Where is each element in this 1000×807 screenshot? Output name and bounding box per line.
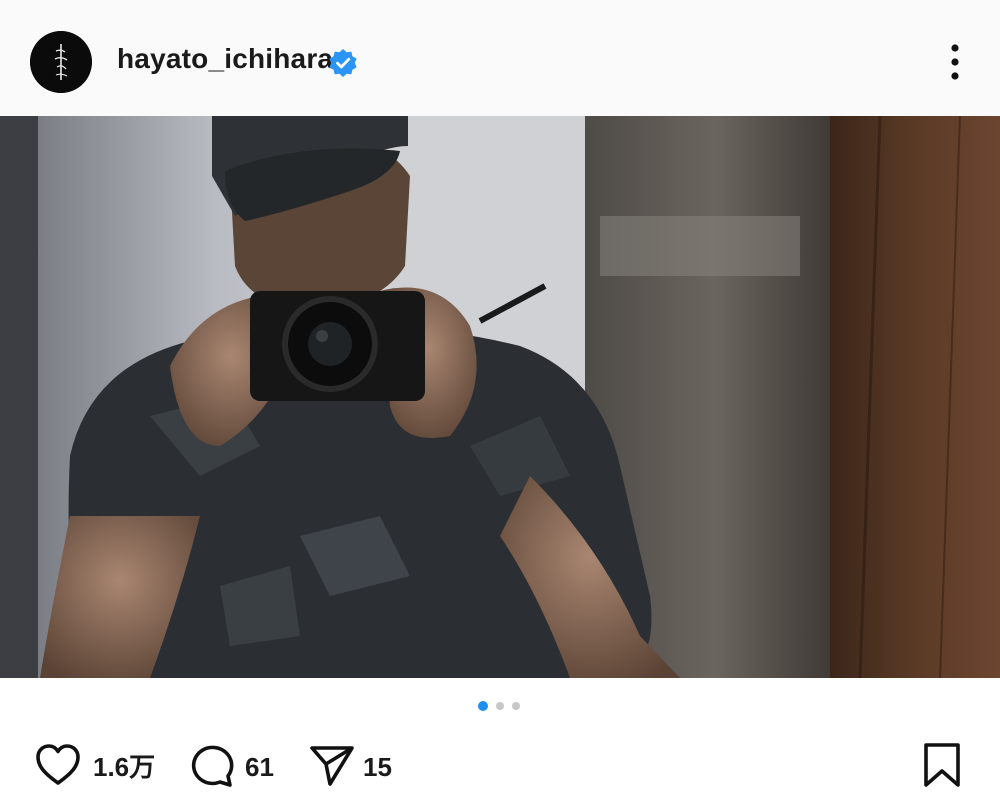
verified-badge-icon [328, 48, 358, 78]
carousel-dot-active [478, 701, 488, 711]
save-bookmark-icon[interactable] [918, 742, 966, 788]
action-bar: 1.6万 61 15 [0, 730, 1000, 807]
shares-count[interactable]: 15 [363, 752, 392, 782]
calligraphy-logo-icon [30, 31, 92, 93]
avatar[interactable] [30, 31, 92, 93]
like-heart-icon[interactable] [34, 742, 82, 788]
share-paper-plane-icon[interactable] [308, 742, 356, 788]
carousel-dot [496, 702, 504, 710]
comments-count[interactable]: 61 [245, 752, 274, 782]
carousel-indicator [0, 698, 1000, 714]
username[interactable]: hayato_ichihara [117, 43, 333, 75]
carousel-dot [512, 702, 520, 710]
likes-count[interactable]: 1.6万 [93, 752, 155, 782]
post-header: hayato_ichihara [0, 0, 1000, 116]
post-image [0, 116, 1000, 678]
comment-bubble-icon[interactable] [187, 742, 235, 788]
post-photo[interactable] [0, 116, 1000, 678]
more-options-icon[interactable] [938, 40, 972, 84]
